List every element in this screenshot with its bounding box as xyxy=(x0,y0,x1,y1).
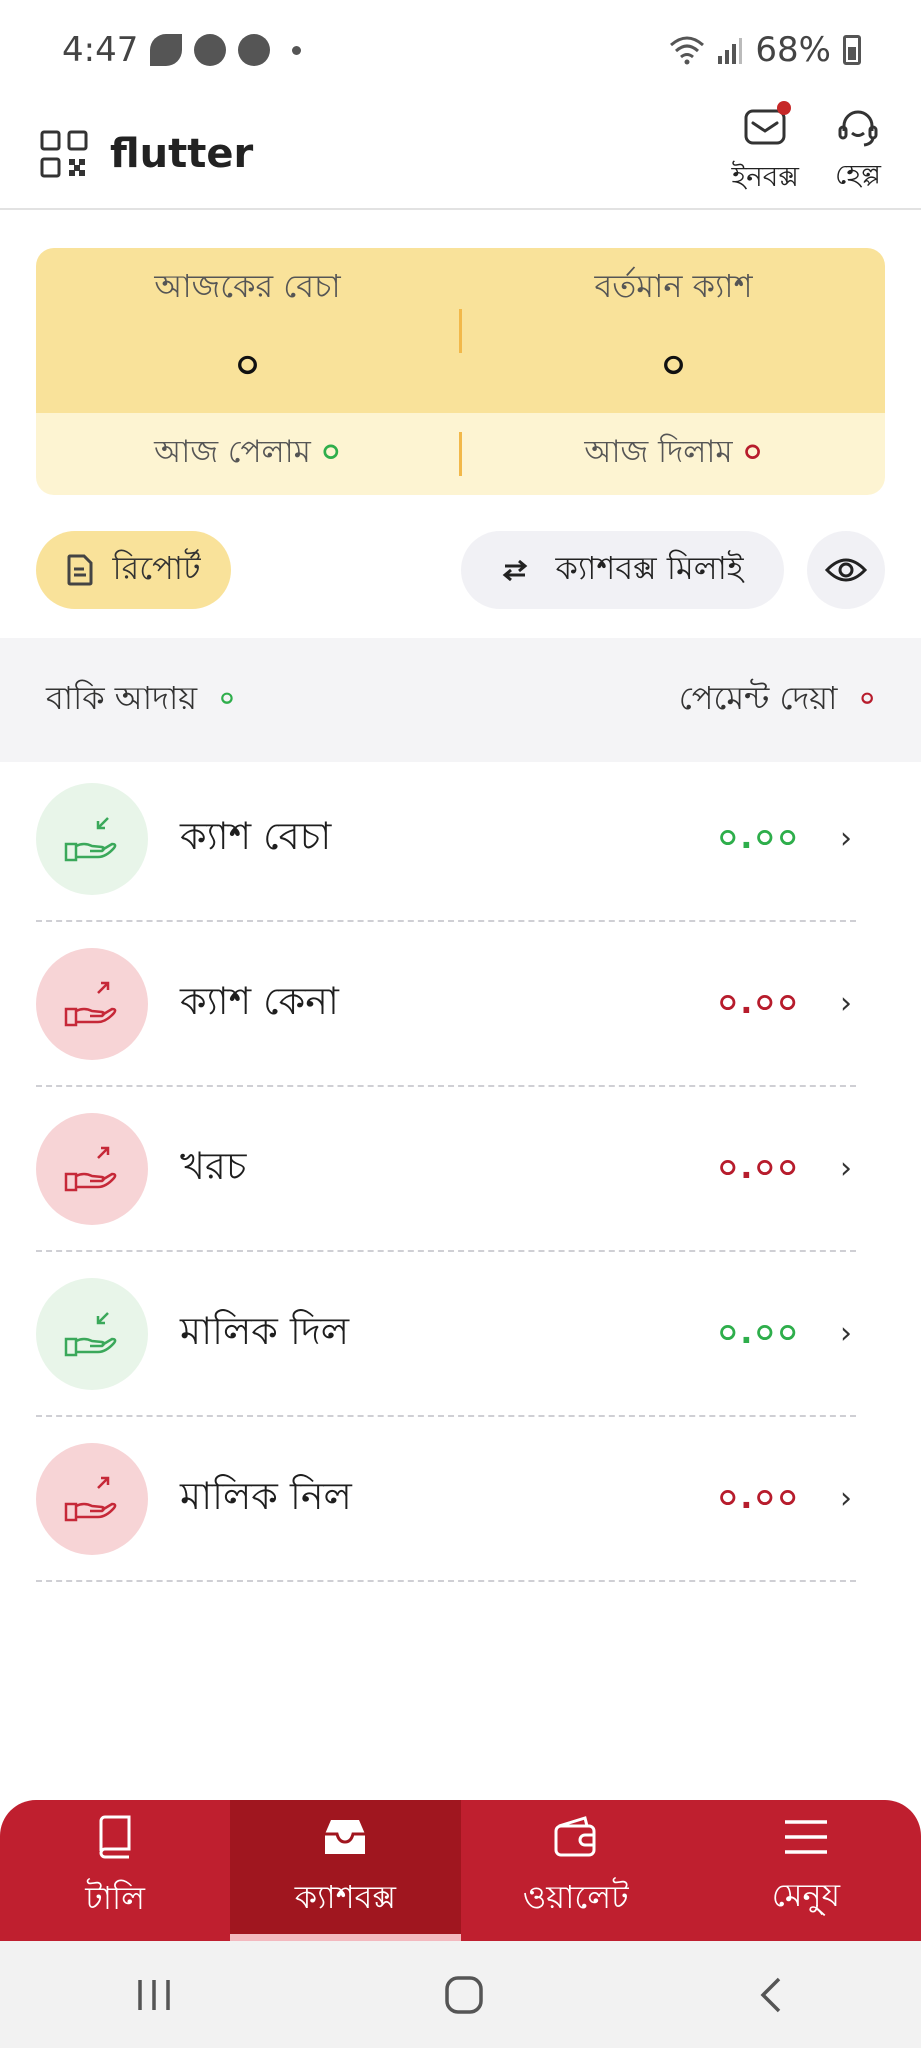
toggle-visibility-button[interactable] xyxy=(807,531,885,609)
transaction-amount: ০.০০ xyxy=(717,1477,800,1516)
transaction-label: ক্যাশ কেনা xyxy=(180,978,339,1023)
received-label: আজ পেলাম xyxy=(154,434,311,470)
report-label: রিপোর্ট xyxy=(112,549,201,587)
help-label: হেল্প xyxy=(834,157,881,191)
signal-icon xyxy=(718,38,743,64)
transaction-amount: ০.০০ xyxy=(717,982,800,1021)
received-today: আজ পেলাম ০ xyxy=(36,428,459,480)
nav-wallet-label: ওয়ালেট xyxy=(522,1877,629,1916)
status-bar: 4:47 68% xyxy=(0,0,921,100)
home-icon[interactable] xyxy=(444,1975,484,2015)
chevron-right-icon: › xyxy=(840,1151,852,1186)
chevron-right-icon: › xyxy=(840,1316,852,1351)
battery-percent: 68% xyxy=(755,30,831,70)
battery-icon xyxy=(843,35,861,65)
due-collection-label: বাকি আদায় xyxy=(46,679,198,717)
dues-summary: বাকি আদায় ০ পেমেন্ট দেয়া ০ xyxy=(0,638,921,762)
cashbox-tally-label: ক্যাশবক্স মিলাই xyxy=(555,549,744,587)
hand-receive-icon xyxy=(36,782,148,895)
bottom-nav: টালি ক্যাশবক্স ওয়ালেট মেনু্য xyxy=(0,1800,921,1941)
summary-card: আজকের বেচা ০ বর্তমান ক্যাশ ০ আজ পেলাম ০ … xyxy=(36,248,885,495)
swap-arrows-icon xyxy=(503,559,528,582)
hand-give-icon xyxy=(36,947,148,1060)
chevron-right-icon: › xyxy=(840,1481,852,1516)
hand-give-icon xyxy=(36,1112,148,1225)
cashbox-tally-button[interactable]: ক্যাশবক্স মিলাই xyxy=(461,531,784,609)
nav-wallet[interactable]: ওয়ালেট xyxy=(461,1800,691,1941)
app-title: flutter xyxy=(110,131,254,177)
transaction-row-cash-purchase[interactable]: ক্যাশ কেনা ০.০০ › xyxy=(36,922,856,1087)
transaction-amount: ০.০০ xyxy=(717,817,800,856)
today-sales: আজকের বেচা ০ xyxy=(36,261,459,400)
unread-badge xyxy=(777,100,792,115)
nav-menu[interactable]: মেনু্য xyxy=(691,1800,921,1941)
given-today: আজ দিলাম ০ xyxy=(462,428,885,480)
transaction-amount: ০.০০ xyxy=(717,1147,800,1186)
nav-menu-label: মেনু্য xyxy=(771,1875,841,1914)
app-actions: ইনবক্স হেল্প xyxy=(731,100,881,202)
recent-apps-icon[interactable] xyxy=(136,1978,172,2012)
transaction-label: মালিক দিল xyxy=(180,1308,350,1353)
wallet-icon xyxy=(554,1815,596,1856)
transaction-label: খরচ xyxy=(180,1143,247,1188)
leaf-icon xyxy=(150,34,183,66)
payment-given[interactable]: পেমেন্ট দেয়া ০ xyxy=(679,673,875,727)
wifi-icon xyxy=(670,36,705,65)
inbox-label: ইনবক্স xyxy=(731,159,799,193)
notification-dot-icon xyxy=(292,45,302,55)
due-collection[interactable]: বাকি আদায় ০ xyxy=(46,673,235,727)
summary-top: আজকের বেচা ০ বর্তমান ক্যাশ ০ xyxy=(36,248,885,413)
transaction-amount: ০.০০ xyxy=(717,1312,800,1351)
back-icon[interactable] xyxy=(757,1975,785,2015)
messenger-icon xyxy=(194,34,227,66)
nav-tally[interactable]: টালি xyxy=(0,1800,230,1941)
inbox-icon-wrap xyxy=(743,100,792,151)
qr-code-icon[interactable] xyxy=(40,130,88,178)
report-button[interactable]: রিপোর্ট xyxy=(36,531,231,609)
today-sales-value: ০ xyxy=(234,342,261,388)
nav-tally-label: টালি xyxy=(85,1878,145,1917)
transaction-label: ক্যাশ বেচা xyxy=(180,813,332,858)
given-label: আজ দিলাম xyxy=(584,434,733,470)
status-right: 68% xyxy=(669,30,861,70)
nav-cashbox-label: ক্যাশবক্স xyxy=(294,1877,396,1916)
transaction-row-cash-sale[interactable]: ক্যাশ বেচা ০.০০ › xyxy=(36,757,856,922)
system-nav-bar xyxy=(0,1941,921,2048)
cashbox-tray-icon xyxy=(325,1819,366,1854)
payment-given-label: পেমেন্ট দেয়া xyxy=(678,679,838,717)
transaction-label: মালিক নিল xyxy=(180,1473,352,1518)
given-value: ০ xyxy=(742,434,763,470)
help-button[interactable]: হেল্প xyxy=(835,109,881,200)
book-icon xyxy=(99,1815,131,1858)
hand-receive-icon xyxy=(36,1277,148,1390)
today-sales-label: আজকের বেচা xyxy=(154,267,341,305)
nav-cashbox[interactable]: ক্যাশবক্স xyxy=(230,1800,461,1941)
due-collection-value: ০ xyxy=(219,684,235,712)
eye-icon xyxy=(825,558,867,582)
current-cash-value: ০ xyxy=(660,342,687,388)
status-time: 4:47 xyxy=(62,30,139,70)
app-bar: flutter ইনবক্স হেল্প xyxy=(0,100,921,210)
received-value: ০ xyxy=(320,434,341,470)
ghost-app-icon xyxy=(238,34,271,66)
chevron-right-icon: › xyxy=(840,821,852,856)
headset-help-icon xyxy=(838,110,878,146)
summary-bottom: আজ পেলাম ০ আজ দিলাম ০ xyxy=(36,413,885,495)
current-cash-label: বর্তমান ক্যাশ xyxy=(594,267,753,305)
current-cash: বর্তমান ক্যাশ ০ xyxy=(462,261,885,400)
status-left: 4:47 xyxy=(62,30,302,70)
transaction-row-owner-took[interactable]: মালিক নিল ০.০০ › xyxy=(36,1417,856,1582)
transaction-row-owner-gave[interactable]: মালিক দিল ০.০০ › xyxy=(36,1252,856,1417)
chevron-right-icon: › xyxy=(840,986,852,1021)
inbox-button[interactable]: ইনবক্স xyxy=(731,100,799,202)
hamburger-menu-icon xyxy=(784,1819,827,1854)
payment-given-value: ০ xyxy=(859,684,875,712)
transaction-row-expense[interactable]: খরচ ০.০০ › xyxy=(36,1087,856,1252)
hand-give-icon xyxy=(36,1442,148,1555)
report-document-icon xyxy=(67,554,93,586)
